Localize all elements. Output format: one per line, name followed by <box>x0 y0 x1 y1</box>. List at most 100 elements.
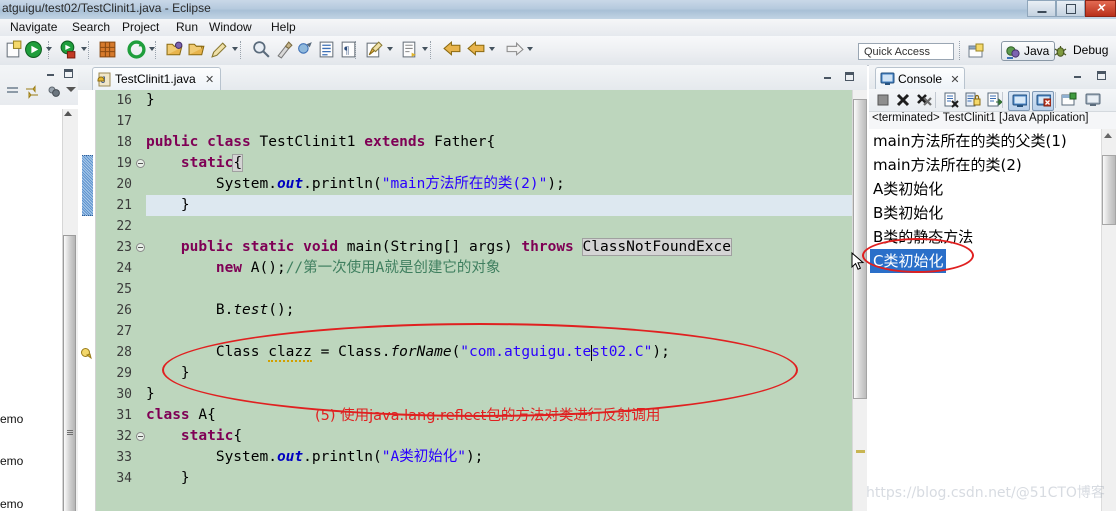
list-item[interactable]: emo <box>0 454 23 468</box>
editor-scrollbar-thumb[interactable] <box>853 99 867 399</box>
list-item[interactable]: emo <box>0 497 23 511</box>
console-output-line[interactable]: B类初始化 <box>873 201 943 225</box>
editor-maximize-button[interactable] <box>843 71 856 82</box>
display-selected-console-icon[interactable] <box>1008 91 1030 111</box>
console-monitor-icon[interactable] <box>1085 92 1101 108</box>
chevron-down-icon[interactable] <box>81 47 87 51</box>
chevron-down-icon[interactable] <box>527 47 533 51</box>
forward-icon[interactable] <box>505 40 524 59</box>
edit-icon[interactable] <box>210 40 229 59</box>
remove-all-terminated-icon[interactable] <box>916 92 932 108</box>
clear-console-icon[interactable] <box>943 92 959 108</box>
code-line[interactable]: new A();//第一次使用A就是创建它的对象 <box>146 258 501 279</box>
code-line[interactable]: } <box>146 468 190 489</box>
menu-item-window[interactable]: Window <box>203 20 258 35</box>
close-icon[interactable]: ✕ <box>950 74 959 86</box>
new-console-view-icon[interactable] <box>1061 92 1077 108</box>
debug-icon[interactable] <box>59 40 78 59</box>
code-line[interactable]: class A{ <box>146 405 216 426</box>
chevron-down-icon[interactable] <box>232 47 238 51</box>
menu-item-help[interactable]: Help <box>265 20 302 35</box>
perspective-debug-button[interactable]: Debug <box>1051 41 1113 61</box>
new-java-package-icon[interactable] <box>98 40 117 59</box>
refresh-icon[interactable] <box>127 40 146 59</box>
console-scrollbar-thumb[interactable] <box>1102 155 1116 225</box>
console-output-line[interactable]: A类初始化 <box>873 177 943 201</box>
menu-item-run[interactable]: Run <box>170 20 204 35</box>
console-output-line-selected[interactable]: C类初始化 <box>870 249 947 273</box>
code-line[interactable]: } <box>146 363 190 384</box>
console-minimize-button[interactable] <box>1071 70 1084 81</box>
pin-console-icon[interactable] <box>987 92 1003 108</box>
next-annotation-icon[interactable] <box>400 40 419 59</box>
left-panel-maximize-button[interactable] <box>62 68 75 79</box>
forward-left-icon[interactable] <box>467 40 486 59</box>
package-explorer-scrollbar-thumb[interactable] <box>63 235 76 511</box>
chevron-down-icon[interactable] <box>149 47 155 51</box>
remove-launch-icon[interactable] <box>895 92 911 108</box>
new-wizard-icon[interactable] <box>4 40 23 59</box>
search-icon[interactable] <box>252 40 271 59</box>
console-output[interactable]: main方法所在的类的父类(1) main方法所在的类(2) A类初始化 B类初始化 B… <box>869 129 1116 511</box>
warning-marker-icon[interactable] <box>80 346 94 360</box>
code-line[interactable]: System.out.println("A类初始化"); <box>146 447 484 468</box>
terminate-icon[interactable] <box>875 92 891 108</box>
task-list-icon[interactable] <box>317 40 336 59</box>
code-text-layer[interactable]: } public class TestClinit1 extends Father… <box>146 90 867 511</box>
build-icon[interactable] <box>296 40 315 59</box>
package-explorer-panel[interactable]: emo emo emo emo <box>0 65 78 511</box>
window-maximize-button[interactable] <box>1056 0 1085 17</box>
open-perspective-button[interactable] <box>966 42 987 61</box>
code-line[interactable]: public static void main(String[] args) t… <box>146 237 732 258</box>
view-menu-icon[interactable] <box>66 87 76 92</box>
console-tab[interactable]: Console ✕ <box>875 67 965 89</box>
console-maximize-button[interactable] <box>1095 70 1108 81</box>
editor-marker-column[interactable] <box>78 90 96 511</box>
console-output-line[interactable]: main方法所在的类(2) <box>873 153 1022 177</box>
window-close-button[interactable]: ✕ <box>1085 0 1116 17</box>
chevron-down-icon[interactable] <box>46 47 52 51</box>
code-fold-toggle[interactable] <box>136 159 145 168</box>
code-line[interactable]: public class TestClinit1 extends Father{ <box>146 132 495 153</box>
chevron-down-icon[interactable] <box>489 47 495 51</box>
chevron-down-icon[interactable] <box>387 47 393 51</box>
open-type-icon[interactable] <box>166 40 185 59</box>
close-icon[interactable]: ✕ <box>205 74 214 86</box>
scroll-lock-icon[interactable] <box>965 92 981 108</box>
quick-access-input[interactable]: Quick Access <box>858 43 954 60</box>
code-line[interactable]: static{ <box>146 153 244 174</box>
console-output-line[interactable]: B类的静态方法 <box>873 225 973 249</box>
scroll-up-icon[interactable] <box>1104 133 1112 138</box>
last-edit-icon[interactable] <box>365 40 384 59</box>
code-editor[interactable]: 16 17 18 19 20 21 22 23 24 25 26 27 28 29 30 31 32 33 34 }… <box>78 90 867 511</box>
list-item[interactable]: emo <box>0 412 23 426</box>
code-line[interactable]: System.out.println("main方法所在的类(2)"); <box>146 174 565 195</box>
chevron-down-icon[interactable] <box>422 47 428 51</box>
left-panel-minimize-button[interactable] <box>44 68 57 79</box>
editor-tab-testclinit1[interactable]: J TestClinit1.java ✕ <box>92 67 222 90</box>
code-fold-toggle[interactable] <box>136 243 145 252</box>
console-output-line[interactable]: main方法所在的类的父类(1) <box>873 129 1067 153</box>
open-resource-icon[interactable] <box>188 40 207 59</box>
menu-item-search[interactable]: Search <box>66 20 116 35</box>
code-line[interactable]: static{ <box>146 426 242 447</box>
scroll-up-icon[interactable] <box>64 111 72 116</box>
open-console-icon[interactable] <box>1032 91 1054 111</box>
code-line[interactable]: } <box>146 195 190 216</box>
clean-icon[interactable] <box>275 40 294 59</box>
annotation-marker[interactable] <box>856 450 865 453</box>
code-line[interactable]: } <box>146 384 155 405</box>
run-icon[interactable] <box>24 40 43 59</box>
back-icon[interactable] <box>443 40 462 59</box>
view-filter-icon[interactable] <box>46 84 62 100</box>
link-with-editor-icon[interactable] <box>24 84 40 100</box>
outline-icon[interactable]: ¶ <box>339 40 358 59</box>
collapse-all-icon[interactable] <box>6 85 20 99</box>
menu-item-project[interactable]: Project <box>116 20 165 35</box>
editor-minimize-button[interactable] <box>821 71 834 82</box>
menu-item-navigate[interactable]: Navigate <box>4 20 63 35</box>
window-minimize-button[interactable] <box>1027 0 1056 17</box>
perspective-java-button[interactable]: Java <box>1001 41 1056 61</box>
code-line[interactable]: B.test(); <box>146 300 295 321</box>
code-line[interactable]: } <box>146 90 155 111</box>
